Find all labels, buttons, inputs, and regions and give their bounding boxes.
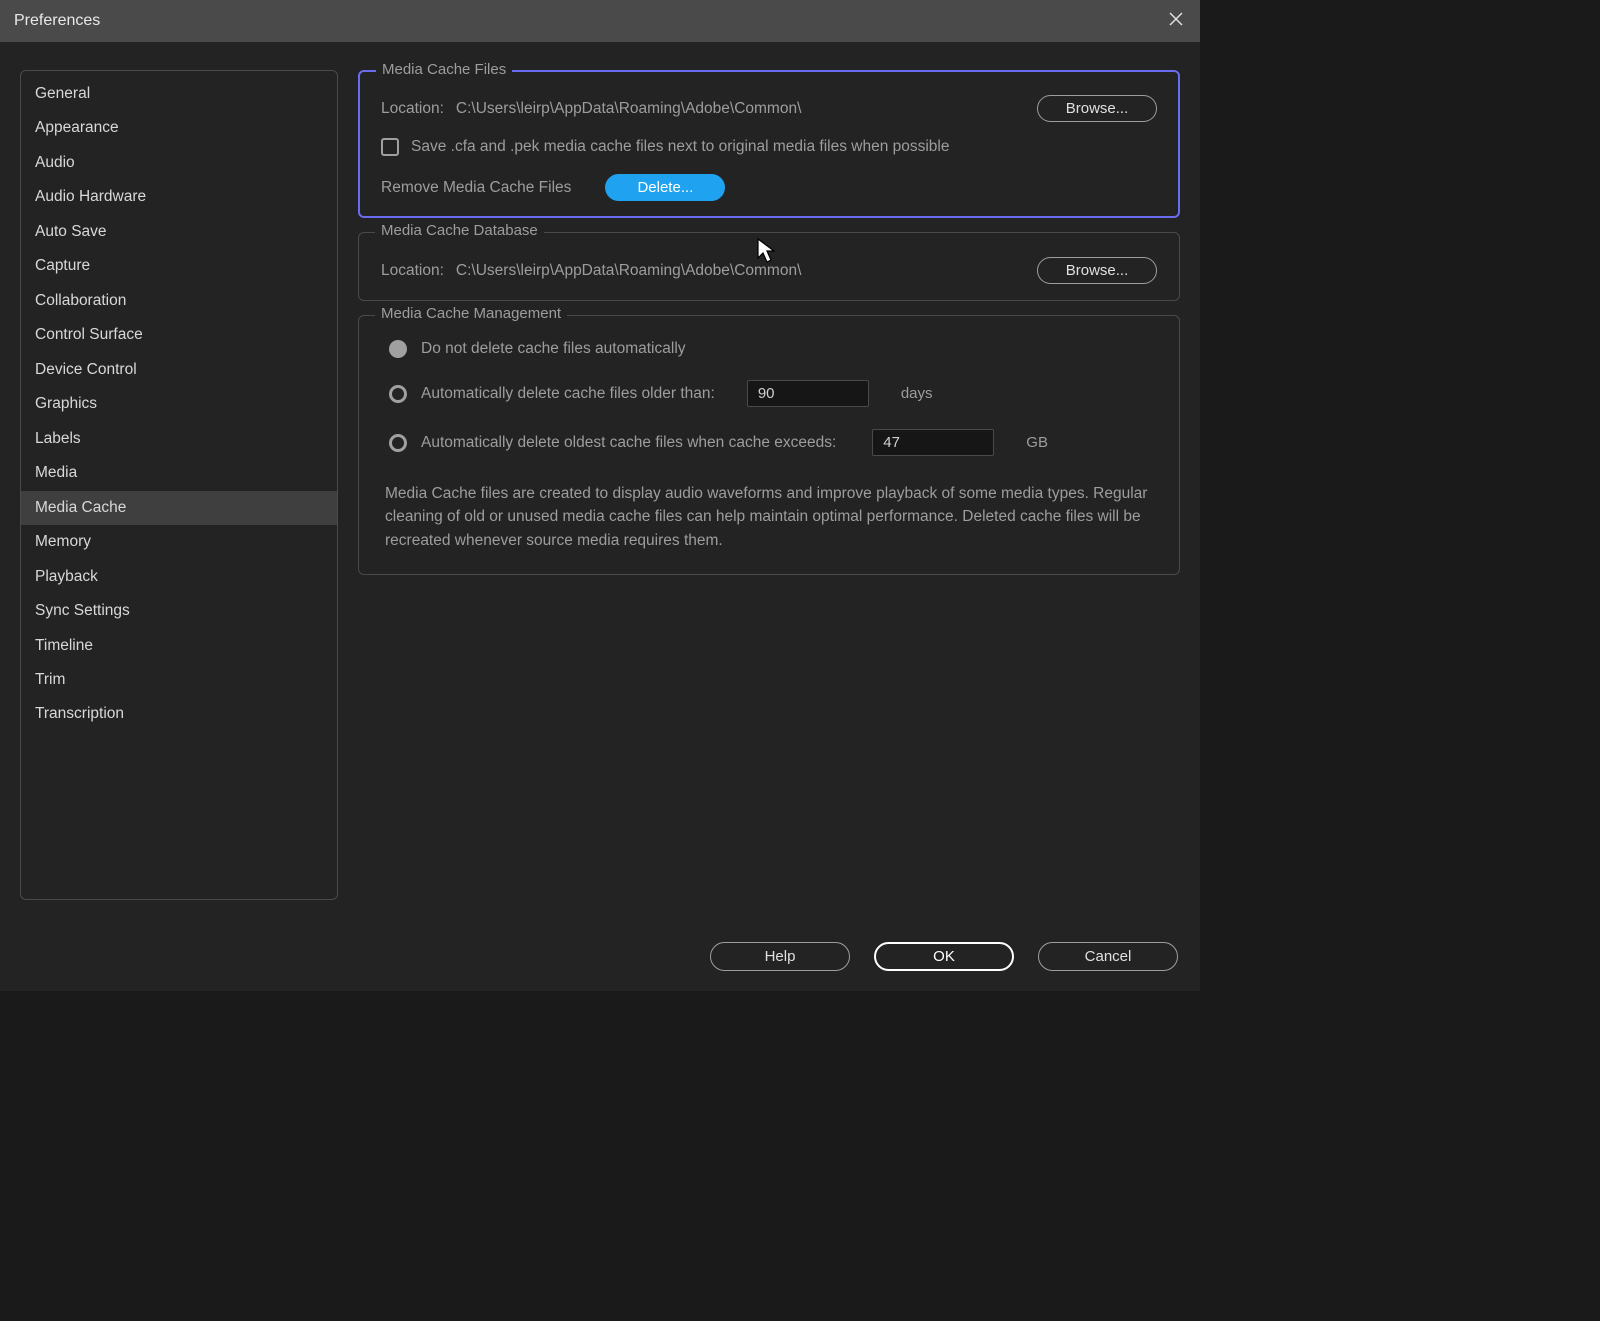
- sidebar-item-trim[interactable]: Trim: [21, 663, 337, 697]
- delete-cache-button[interactable]: Delete...: [605, 174, 725, 201]
- remove-cache-label: Remove Media Cache Files: [381, 179, 571, 197]
- media-cache-management-group: Media Cache Management Do not delete cac…: [358, 315, 1180, 575]
- sidebar-item-control-surface[interactable]: Control Surface: [21, 318, 337, 352]
- dialog-title: Preferences: [14, 12, 100, 30]
- sidebar-item-sync-settings[interactable]: Sync Settings: [21, 594, 337, 628]
- location-path: C:\Users\leirp\AppData\Roaming\Adobe\Com…: [456, 262, 801, 280]
- sidebar-item-media[interactable]: Media: [21, 456, 337, 490]
- radio-do-not-delete[interactable]: [389, 340, 407, 358]
- days-input[interactable]: [747, 380, 869, 407]
- sidebar-item-media-cache[interactable]: Media Cache: [21, 491, 337, 525]
- sidebar-item-timeline[interactable]: Timeline: [21, 629, 337, 663]
- radio-label: Automatically delete oldest cache files …: [421, 434, 836, 452]
- sidebar-item-playback[interactable]: Playback: [21, 560, 337, 594]
- gb-input[interactable]: [872, 429, 994, 456]
- radio-label: Do not delete cache files automatically: [421, 340, 686, 358]
- media-cache-files-group: Media Cache Files Location: C:\Users\lei…: [358, 70, 1180, 218]
- group-legend: Media Cache Files: [376, 61, 512, 78]
- sidebar-item-audio-hardware[interactable]: Audio Hardware: [21, 180, 337, 214]
- sidebar-item-labels[interactable]: Labels: [21, 422, 337, 456]
- radio-label: Automatically delete cache files older t…: [421, 385, 715, 403]
- location-label: Location:: [381, 100, 444, 118]
- help-button[interactable]: Help: [710, 942, 850, 971]
- group-legend: Media Cache Database: [375, 222, 544, 239]
- titlebar: Preferences: [0, 0, 1200, 42]
- gb-unit: GB: [1026, 434, 1048, 451]
- radio-delete-exceeds[interactable]: [389, 434, 407, 452]
- sidebar-item-capture[interactable]: Capture: [21, 249, 337, 283]
- dialog-body: General Appearance Audio Audio Hardware …: [0, 42, 1200, 991]
- sidebar-item-collaboration[interactable]: Collaboration: [21, 284, 337, 318]
- sidebar-item-device-control[interactable]: Device Control: [21, 353, 337, 387]
- location-path: C:\Users\leirp\AppData\Roaming\Adobe\Com…: [456, 100, 801, 118]
- radio-delete-older-than[interactable]: [389, 385, 407, 403]
- category-sidebar: General Appearance Audio Audio Hardware …: [20, 70, 338, 900]
- sidebar-item-general[interactable]: General: [21, 77, 337, 111]
- dialog-footer: Help OK Cancel: [710, 942, 1178, 971]
- close-icon[interactable]: [1166, 11, 1186, 32]
- save-next-to-label: Save .cfa and .pek media cache files nex…: [411, 138, 950, 156]
- save-next-to-checkbox[interactable]: [381, 138, 399, 156]
- sidebar-item-appearance[interactable]: Appearance: [21, 111, 337, 145]
- main-panel: Media Cache Files Location: C:\Users\lei…: [358, 70, 1180, 900]
- location-label: Location:: [381, 262, 444, 280]
- sidebar-item-memory[interactable]: Memory: [21, 525, 337, 559]
- ok-button[interactable]: OK: [874, 942, 1014, 971]
- group-legend: Media Cache Management: [375, 305, 567, 322]
- sidebar-item-transcription[interactable]: Transcription: [21, 697, 337, 731]
- sidebar-item-graphics[interactable]: Graphics: [21, 387, 337, 421]
- sidebar-item-audio[interactable]: Audio: [21, 146, 337, 180]
- cancel-button[interactable]: Cancel: [1038, 942, 1178, 971]
- browse-cache-files-button[interactable]: Browse...: [1037, 95, 1157, 122]
- browse-cache-db-button[interactable]: Browse...: [1037, 257, 1157, 284]
- media-cache-database-group: Media Cache Database Location: C:\Users\…: [358, 232, 1180, 301]
- management-description: Media Cache files are created to display…: [381, 478, 1157, 558]
- sidebar-item-auto-save[interactable]: Auto Save: [21, 215, 337, 249]
- days-unit: days: [901, 385, 933, 402]
